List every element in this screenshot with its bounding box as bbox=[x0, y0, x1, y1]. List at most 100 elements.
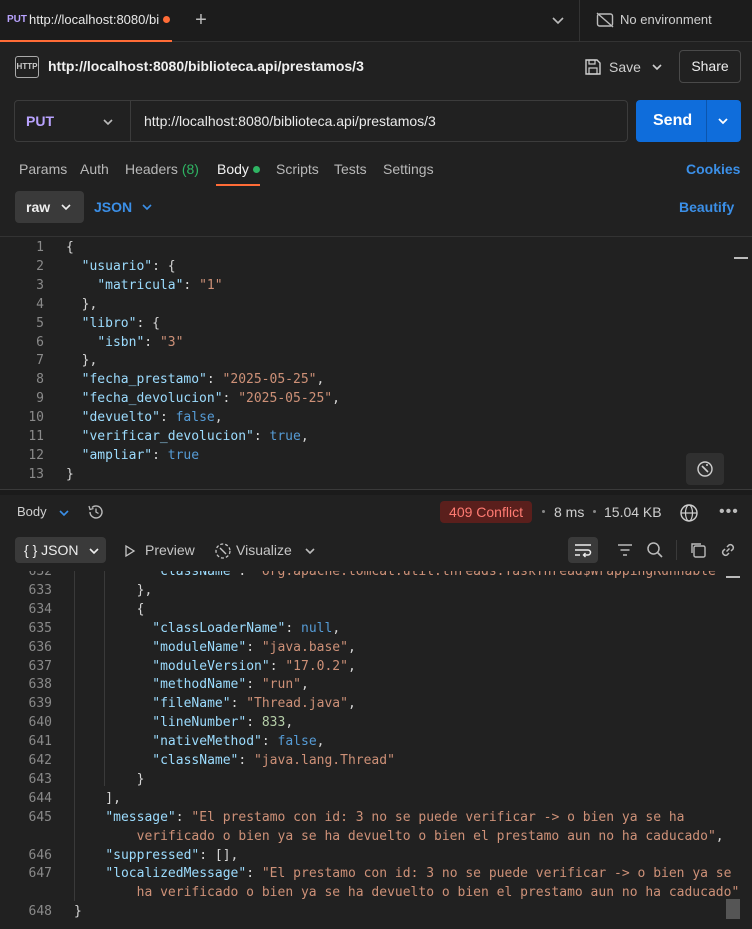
send-button[interactable]: Send bbox=[636, 100, 741, 142]
line-number: 642 bbox=[28, 753, 52, 768]
copy-icon[interactable] bbox=[689, 541, 707, 559]
code-line: 648} bbox=[0, 902, 752, 921]
tab-body[interactable]: Body bbox=[217, 161, 249, 177]
code-line: 8 "fecha_prestamo": "2025-05-25", bbox=[0, 370, 752, 389]
pane-divider[interactable] bbox=[0, 489, 752, 495]
tabs-dropdown-chevron-icon[interactable] bbox=[548, 10, 568, 30]
status-badge[interactable]: 409 Conflict bbox=[440, 501, 532, 523]
chevron-down-icon[interactable] bbox=[304, 545, 316, 557]
code-text: "matricula": "1" bbox=[66, 276, 222, 295]
code-token: ha verificado o bien ya se ha devuelto o… bbox=[74, 885, 740, 901]
save-options-chevron-icon[interactable] bbox=[650, 60, 664, 74]
code-token: false bbox=[277, 734, 317, 750]
globe-icon[interactable] bbox=[679, 503, 699, 523]
wrap-lines-icon bbox=[575, 544, 592, 558]
tab-scripts[interactable]: Scripts bbox=[276, 161, 319, 177]
code-text: { bbox=[74, 600, 145, 619]
request-body-editor[interactable]: 1{2 "usuario": {3 "matricula": "1" 4 }, 5 … bbox=[0, 236, 752, 489]
response-time[interactable]: 8 ms bbox=[554, 504, 584, 520]
code-text: verificado o bien ya se ha devuelto o bi… bbox=[74, 827, 724, 846]
tab-auth[interactable]: Auth bbox=[80, 161, 109, 177]
tab-bar: PUT http://localhost:8080/bi + No enviro… bbox=[0, 0, 752, 42]
response-scrollbar-thumb[interactable] bbox=[726, 899, 740, 919]
ai-assist-button[interactable] bbox=[686, 453, 724, 485]
response-size[interactable]: 15.04 KB bbox=[604, 504, 662, 520]
code-token: : bbox=[222, 391, 239, 407]
share-button[interactable]: Share bbox=[679, 50, 741, 83]
new-tab-plus-icon[interactable]: + bbox=[190, 9, 212, 31]
filter-icon[interactable] bbox=[616, 541, 634, 559]
body-type-select[interactable]: JSON bbox=[94, 199, 132, 215]
code-token: "message" bbox=[105, 809, 176, 825]
code-text: "className": "org.apache.tomcat.util.thr… bbox=[74, 571, 723, 581]
response-section-label[interactable]: Body bbox=[17, 504, 47, 519]
more-options-icon[interactable]: ••• bbox=[719, 503, 739, 521]
response-body-viewer[interactable]: 632 "className": "org.apache.tomcat.util… bbox=[0, 571, 752, 929]
cookies-link[interactable]: Cookies bbox=[686, 161, 740, 177]
request-title[interactable]: http://localhost:8080/biblioteca.api/pre… bbox=[48, 58, 364, 74]
response-format-label: { } JSON bbox=[24, 542, 79, 558]
method-select[interactable]: PUT bbox=[15, 101, 131, 141]
tab-settings[interactable]: Settings bbox=[383, 161, 434, 177]
response-format-select[interactable]: { } JSON bbox=[15, 537, 106, 563]
code-text: "classLoaderName": null, bbox=[74, 619, 340, 638]
line-number: 4 bbox=[36, 296, 44, 312]
code-line: 11 "verificar_devolucion": true, bbox=[0, 427, 752, 446]
code-token: : { bbox=[152, 258, 176, 274]
chevron-down-icon bbox=[89, 548, 99, 555]
code-line: 1{ bbox=[0, 238, 752, 257]
word-wrap-toggle[interactable] bbox=[568, 537, 598, 563]
tab-headers-label: Headers bbox=[125, 161, 178, 177]
code-token: , bbox=[285, 715, 294, 731]
code-token: } bbox=[74, 904, 82, 920]
preview-label: Preview bbox=[145, 542, 195, 558]
code-token: true bbox=[269, 429, 301, 444]
line-number: 13 bbox=[28, 466, 44, 482]
code-token: , bbox=[301, 677, 309, 693]
chevron-down-icon[interactable] bbox=[58, 507, 70, 519]
code-token: "matricula" bbox=[97, 277, 184, 293]
code-line: 7 }, bbox=[0, 351, 752, 370]
code-token: "suppressed" bbox=[105, 847, 200, 863]
tab-headers[interactable]: Headers (8) bbox=[125, 161, 199, 177]
url-input[interactable]: http://localhost:8080/biblioteca.api/pre… bbox=[144, 113, 436, 129]
chevron-down-icon[interactable] bbox=[141, 201, 153, 213]
link-icon[interactable] bbox=[719, 541, 737, 559]
code-line: 632 "className": "org.apache.tomcat.util… bbox=[0, 571, 752, 581]
code-line: 646 "suppressed": [], bbox=[0, 846, 752, 865]
code-token: "localizedMessage" bbox=[105, 866, 247, 882]
code-text: { bbox=[66, 238, 74, 257]
code-token: , bbox=[347, 639, 356, 655]
code-token: : bbox=[246, 866, 262, 882]
tab-params[interactable]: Params bbox=[19, 161, 67, 177]
code-token: : bbox=[144, 334, 160, 350]
line-number: 641 bbox=[28, 734, 52, 750]
code-line: 10 "devuelto": false, bbox=[0, 408, 752, 427]
line-number: 640 bbox=[28, 715, 52, 731]
code-token: "2025-05-25" bbox=[222, 372, 317, 388]
tab-tests[interactable]: Tests bbox=[334, 161, 367, 177]
history-icon[interactable] bbox=[87, 503, 105, 521]
code-text: "libro": { bbox=[66, 314, 160, 333]
code-text: "verificar_devolucion": true, bbox=[66, 427, 309, 446]
save-button[interactable]: Save bbox=[584, 54, 666, 80]
code-token: , bbox=[715, 828, 724, 844]
send-options-chevron-icon[interactable] bbox=[716, 114, 730, 128]
search-icon[interactable] bbox=[646, 541, 664, 559]
request-tab[interactable]: PUT http://localhost:8080/bi bbox=[0, 0, 172, 42]
code-text: "fecha_prestamo": "2025-05-25", bbox=[66, 370, 325, 389]
editor-scrollbar[interactable] bbox=[734, 257, 748, 259]
beautify-button[interactable]: Beautify bbox=[679, 199, 734, 215]
body-mode-select[interactable]: raw bbox=[15, 191, 84, 223]
divider bbox=[579, 0, 580, 42]
line-number: 7 bbox=[36, 353, 44, 369]
code-token: , bbox=[332, 391, 340, 407]
code-line: 633 }, bbox=[0, 581, 752, 600]
code-token: : bbox=[152, 447, 168, 463]
code-token: null bbox=[301, 620, 333, 636]
